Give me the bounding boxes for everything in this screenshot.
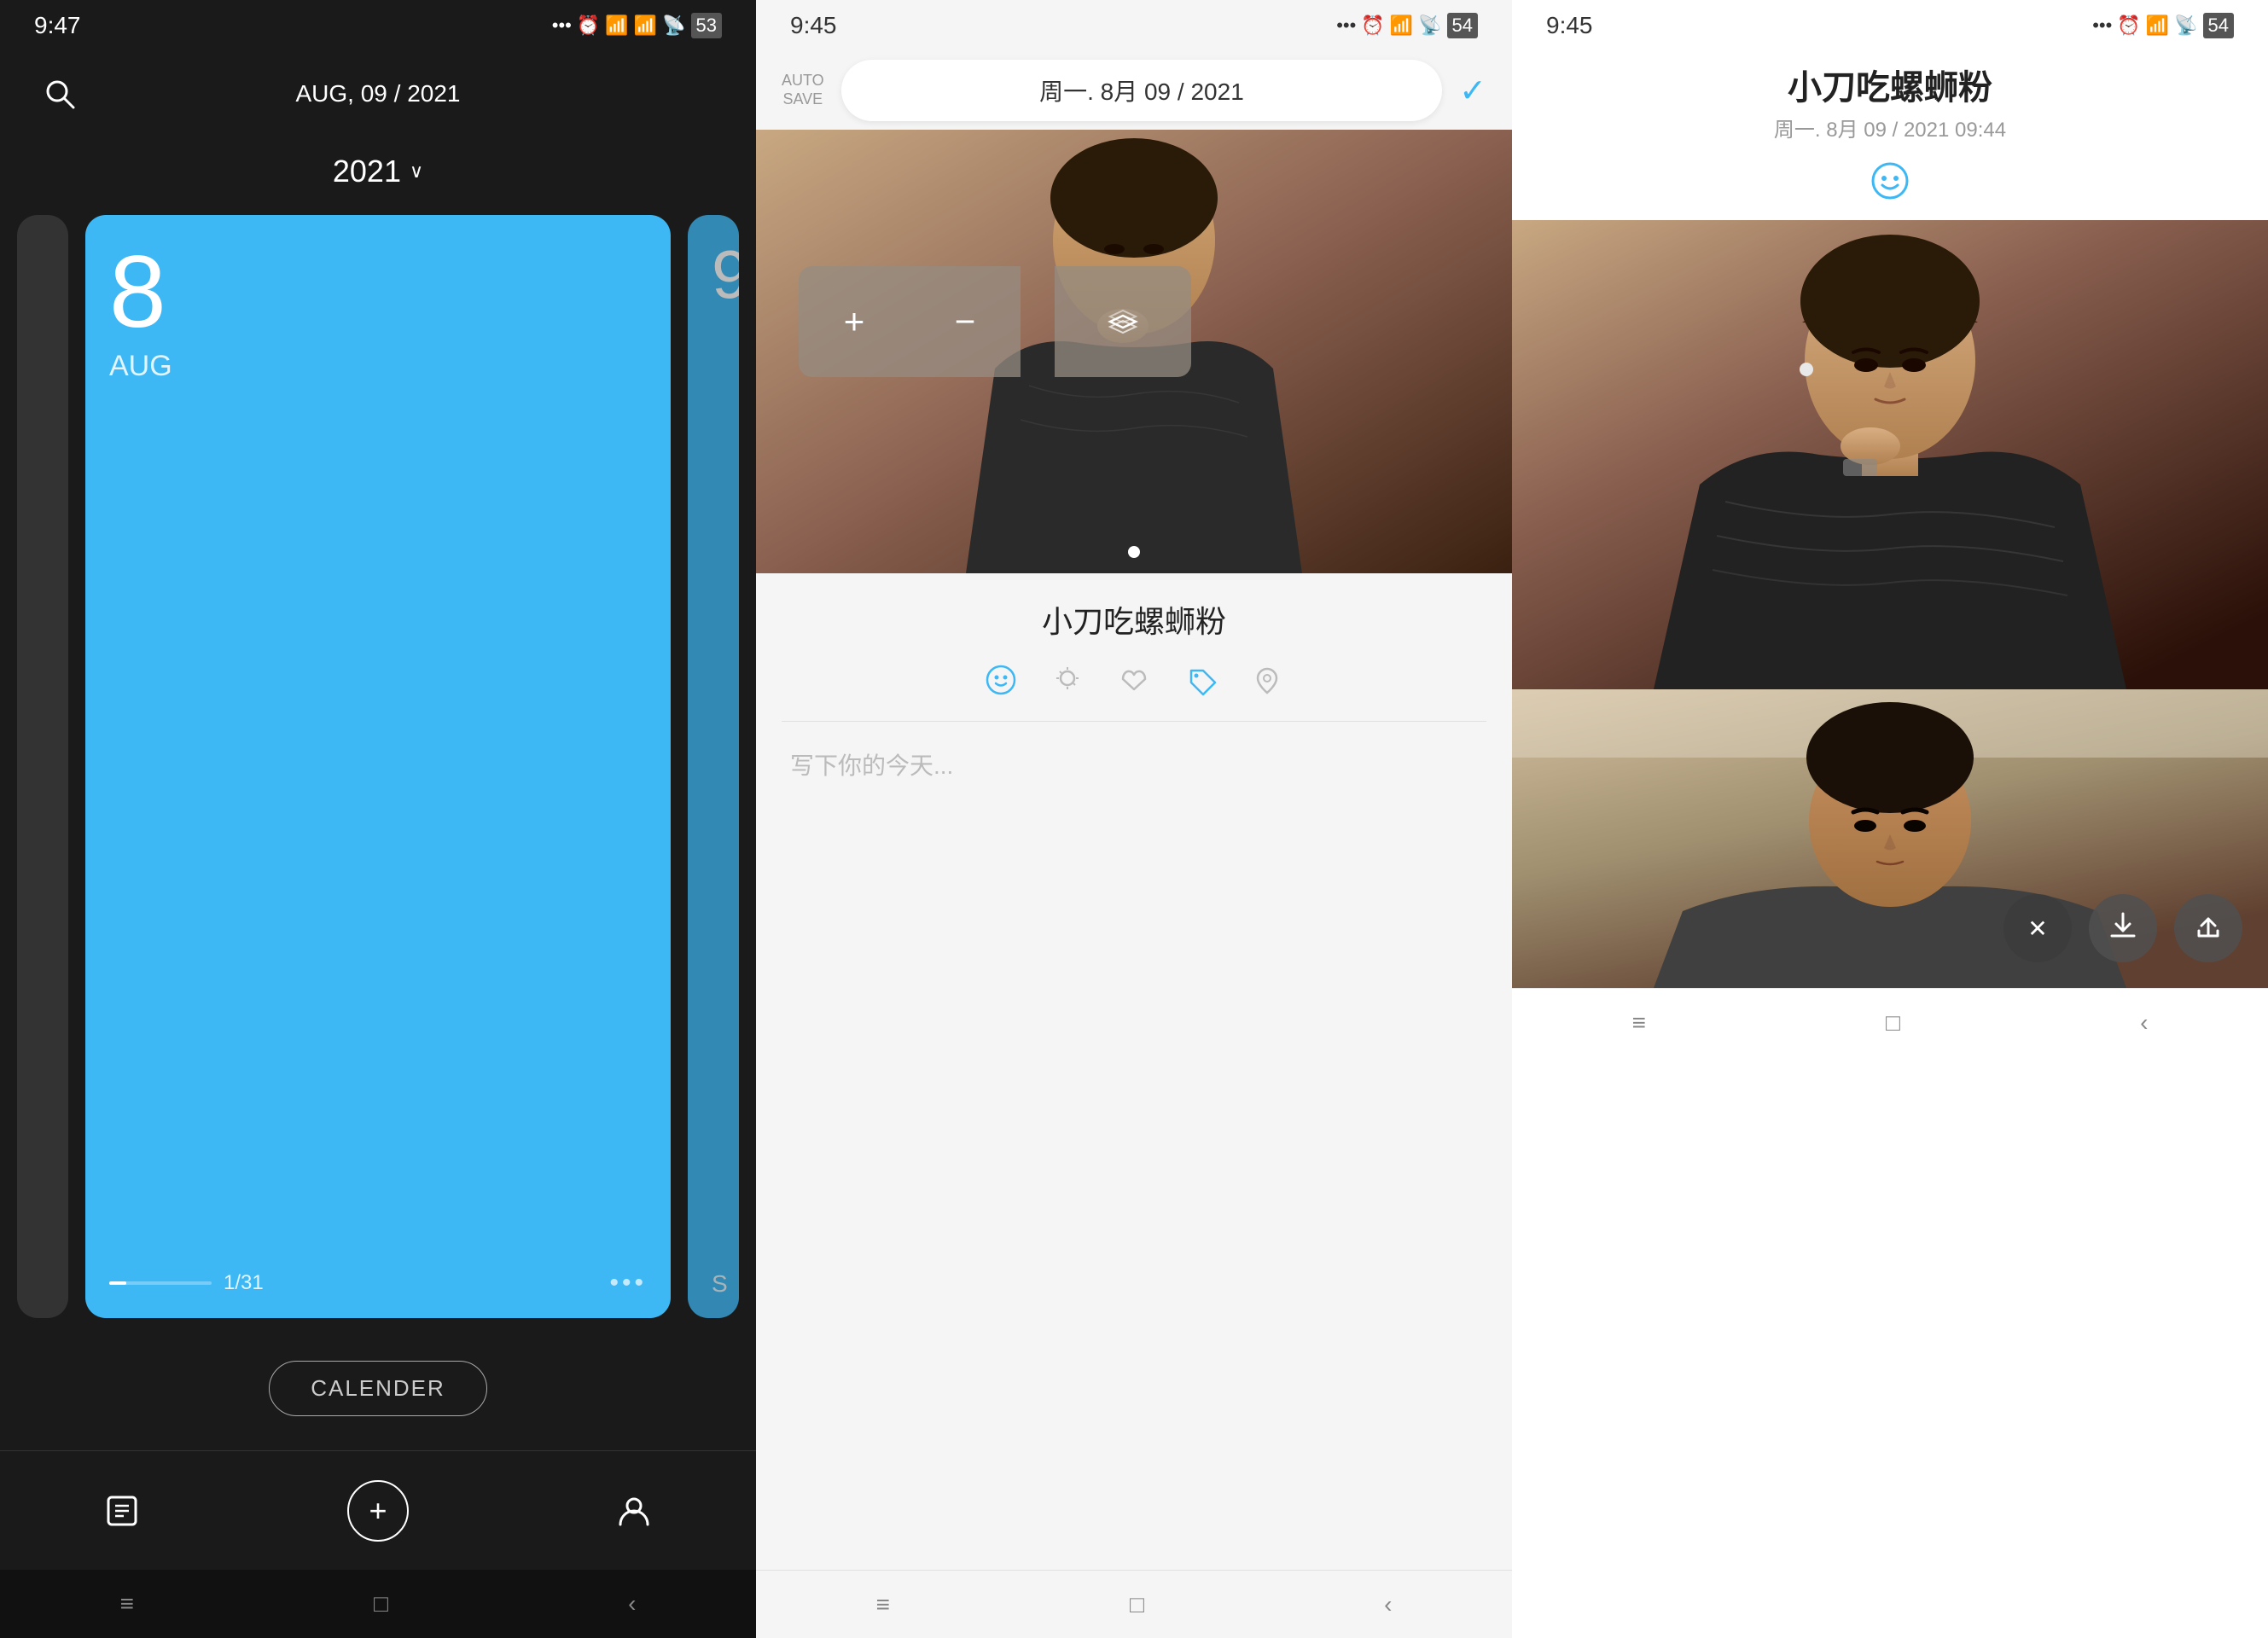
detail-photo-svg bbox=[1512, 220, 2268, 689]
detail-subtitle: 周一. 8月 09 / 2021 09:44 bbox=[1512, 113, 2268, 151]
card-bottom: 1/31 ••• bbox=[109, 1269, 647, 1298]
menu-bottom-p3[interactable]: ≡ bbox=[1632, 1009, 1646, 1037]
plus-photo-icon: + bbox=[844, 301, 865, 342]
entry-title: 小刀吃螺蛳粉 bbox=[756, 573, 1512, 655]
detail-title: 小刀吃螺蛳粉 bbox=[1512, 51, 2268, 113]
status-bar-p1: 9:47 ••• ⏰ 📶 📶 📡 53 bbox=[0, 0, 756, 51]
panel1-header: AUG, 09 / 2021 bbox=[0, 51, 756, 136]
status-icons-p3: ••• ⏰ 📶 📡 54 bbox=[2092, 13, 2234, 38]
card-day: 8 bbox=[109, 241, 647, 343]
autosave-line1: AUTO bbox=[782, 72, 824, 90]
card-progress: 1/31 bbox=[109, 1271, 264, 1295]
photo-dot-indicator bbox=[1128, 546, 1140, 558]
layers-button[interactable] bbox=[1055, 266, 1191, 377]
heart-icon[interactable] bbox=[1118, 664, 1150, 704]
book-nav-icon[interactable] bbox=[103, 1492, 141, 1530]
profile-nav-icon[interactable] bbox=[615, 1492, 653, 1530]
menu-bottom-icon[interactable]: ≡ bbox=[120, 1590, 134, 1618]
tag-icon[interactable] bbox=[1184, 664, 1217, 704]
card-next[interactable]: 9 S bbox=[688, 215, 739, 1318]
menu-bottom-p2[interactable]: ≡ bbox=[876, 1591, 890, 1618]
panel2-bottom-bar: ≡ □ ‹ bbox=[756, 1570, 1512, 1638]
panel-entry-editor: 9:45 ••• ⏰ 📶 📡 54 AUTO SAVE 周一. 8月 09 / … bbox=[756, 0, 1512, 1638]
weather-icon[interactable] bbox=[1051, 664, 1084, 704]
home-bottom-icon[interactable]: □ bbox=[374, 1590, 388, 1618]
download-button[interactable] bbox=[2089, 894, 2157, 962]
back-bottom-icon[interactable]: ‹ bbox=[628, 1590, 636, 1618]
minus-photo-icon: − bbox=[955, 301, 976, 342]
close-button[interactable]: ✕ bbox=[2003, 894, 2072, 962]
panel1-bottom-bar: ≡ □ ‹ bbox=[0, 1570, 756, 1638]
more-options-icon[interactable]: ••• bbox=[609, 1269, 647, 1298]
mood-icon[interactable] bbox=[985, 664, 1017, 704]
chevron-down-icon[interactable]: ∨ bbox=[410, 160, 423, 183]
year-label: 2021 bbox=[333, 154, 401, 189]
header-date: AUG, 09 / 2021 bbox=[295, 80, 460, 107]
year-selector[interactable]: 2021 ∨ bbox=[0, 136, 756, 215]
entry-photo-container[interactable]: + − bbox=[756, 130, 1512, 573]
remove-photo-button[interactable]: − bbox=[910, 266, 1021, 377]
autosave-label: AUTO SAVE bbox=[782, 72, 824, 108]
status-icons-p1: ••• ⏰ 📶 📶 📡 53 bbox=[552, 13, 722, 38]
add-photo-button[interactable]: + bbox=[799, 266, 910, 377]
layers-icon bbox=[1103, 302, 1143, 341]
detail-mood-icon bbox=[1512, 151, 2268, 220]
share-button[interactable] bbox=[2174, 894, 2242, 962]
photo-edit-tools: + − bbox=[799, 266, 1191, 377]
search-icon[interactable] bbox=[34, 68, 85, 119]
calender-btn-wrap: CALENDER bbox=[0, 1318, 756, 1450]
panel1-nav: + bbox=[0, 1450, 756, 1570]
detail-photo-secondary[interactable]: ✕ bbox=[1512, 689, 2268, 988]
panel-entry-detail: 9:45 ••• ⏰ 📶 📡 54 小刀吃螺蛳粉 周一. 8月 09 / 202… bbox=[1512, 0, 2268, 1638]
panel3-bottom-bar: ≡ □ ‹ bbox=[1512, 988, 2268, 1056]
progress-fill bbox=[109, 1281, 126, 1285]
entry-text-placeholder[interactable]: 写下你的今天... bbox=[756, 722, 1512, 1570]
home-bottom-p3[interactable]: □ bbox=[1886, 1009, 1900, 1037]
card-prev[interactable] bbox=[17, 215, 68, 1318]
add-entry-button[interactable]: + bbox=[347, 1480, 409, 1542]
status-bar-p2: 9:45 ••• ⏰ 📶 📡 54 bbox=[756, 0, 1512, 51]
back-bottom-p3[interactable]: ‹ bbox=[2140, 1009, 2148, 1037]
entry-icons-row bbox=[756, 655, 1512, 721]
autosave-line2: SAVE bbox=[783, 90, 823, 109]
location-icon[interactable] bbox=[1251, 664, 1283, 704]
status-icons-p2: ••• ⏰ 📶 📡 54 bbox=[1336, 13, 1478, 38]
card-month: AUG bbox=[109, 350, 647, 383]
calender-button[interactable]: CALENDER bbox=[269, 1361, 487, 1416]
progress-bar bbox=[109, 1281, 212, 1285]
close-icon: ✕ bbox=[2027, 915, 2047, 943]
time-p3: 9:45 bbox=[1546, 12, 1593, 39]
plus-icon: + bbox=[369, 1493, 387, 1529]
time-p2: 9:45 bbox=[790, 12, 837, 39]
editor-header-date: 周一. 8月 09 / 2021 bbox=[1039, 78, 1244, 105]
card-count: 1/31 bbox=[224, 1271, 264, 1295]
panel2-header: AUTO SAVE 周一. 8月 09 / 2021 ✓ bbox=[756, 51, 1512, 130]
home-bottom-p2[interactable]: □ bbox=[1130, 1591, 1144, 1618]
panel-journal-list: 9:47 ••• ⏰ 📶 📶 📡 53 AUG, 09 / 2021 2021 … bbox=[0, 0, 756, 1638]
header-date-pill: 周一. 8月 09 / 2021 bbox=[841, 60, 1442, 121]
detail-photo-main[interactable] bbox=[1512, 220, 2268, 689]
cards-row: 8 AUG 1/31 ••• 9 S bbox=[0, 215, 756, 1318]
photo-action-buttons: ✕ bbox=[2003, 894, 2242, 962]
save-check-icon[interactable]: ✓ bbox=[1459, 72, 1486, 110]
time-p1: 9:47 bbox=[34, 12, 81, 39]
share-icon bbox=[2194, 910, 2223, 946]
download-icon bbox=[2108, 910, 2137, 946]
card-current[interactable]: 8 AUG 1/31 ••• bbox=[85, 215, 671, 1318]
status-bar-p3: 9:45 ••• ⏰ 📶 📡 54 bbox=[1512, 0, 2268, 51]
back-bottom-p2[interactable]: ‹ bbox=[1384, 1591, 1392, 1618]
